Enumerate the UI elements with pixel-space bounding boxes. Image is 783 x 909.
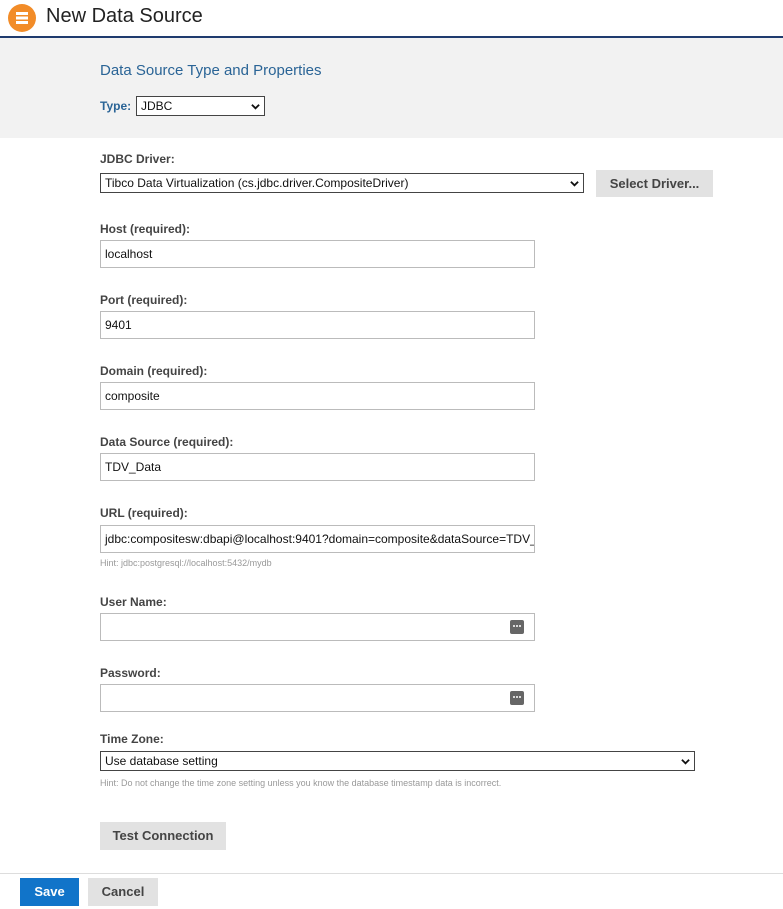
password-manager-icon[interactable] <box>510 691 524 705</box>
username-field[interactable] <box>100 613 535 641</box>
domain-label: Domain (required): <box>100 364 208 378</box>
password-manager-icon[interactable] <box>510 620 524 634</box>
url-label: URL (required): <box>100 506 188 520</box>
timezone-hint: Hint: Do not change the time zone settin… <box>100 778 502 788</box>
footer-divider <box>0 873 783 874</box>
host-field[interactable]: localhost <box>100 240 535 268</box>
password-label: Password: <box>100 666 161 680</box>
section-title: Data Source Type and Properties <box>100 62 322 79</box>
type-select[interactable]: JDBC <box>136 96 265 116</box>
cancel-button[interactable]: Cancel <box>88 878 158 906</box>
port-label: Port (required): <box>100 293 188 307</box>
jdbc-driver-select-value: Tibco Data Virtualization (cs.jdbc.drive… <box>105 176 409 190</box>
header-bar: New Data Source <box>0 0 783 38</box>
save-button[interactable]: Save <box>20 878 79 906</box>
timezone-select[interactable]: Use database setting <box>100 751 695 771</box>
url-field[interactable]: jdbc:compositesw:dbapi@localhost:9401?do… <box>100 525 535 553</box>
jdbc-driver-select[interactable]: Tibco Data Virtualization (cs.jdbc.drive… <box>100 173 584 193</box>
data-source-label: Data Source (required): <box>100 435 234 449</box>
chevron-down-icon <box>681 759 690 765</box>
select-driver-button[interactable]: Select Driver... <box>596 170 713 197</box>
username-label: User Name: <box>100 595 167 609</box>
password-field[interactable] <box>100 684 535 712</box>
type-label: Type: <box>100 99 132 113</box>
host-label: Host (required): <box>100 222 190 236</box>
url-hint: Hint: jdbc:postgresql://localhost:5432/m… <box>100 558 272 568</box>
type-section <box>0 38 783 138</box>
chevron-down-icon <box>251 104 260 110</box>
port-field[interactable]: 9401 <box>100 311 535 339</box>
chevron-down-icon <box>570 181 579 187</box>
domain-field[interactable]: composite <box>100 382 535 410</box>
timezone-label: Time Zone: <box>100 732 164 746</box>
data-source-field[interactable]: TDV_Data <box>100 453 535 481</box>
test-connection-button[interactable]: Test Connection <box>100 822 226 850</box>
timezone-select-value: Use database setting <box>105 754 218 768</box>
jdbc-driver-label: JDBC Driver: <box>100 152 175 166</box>
type-select-value: JDBC <box>141 99 173 113</box>
database-icon <box>8 4 36 32</box>
page-title: New Data Source <box>46 5 203 27</box>
